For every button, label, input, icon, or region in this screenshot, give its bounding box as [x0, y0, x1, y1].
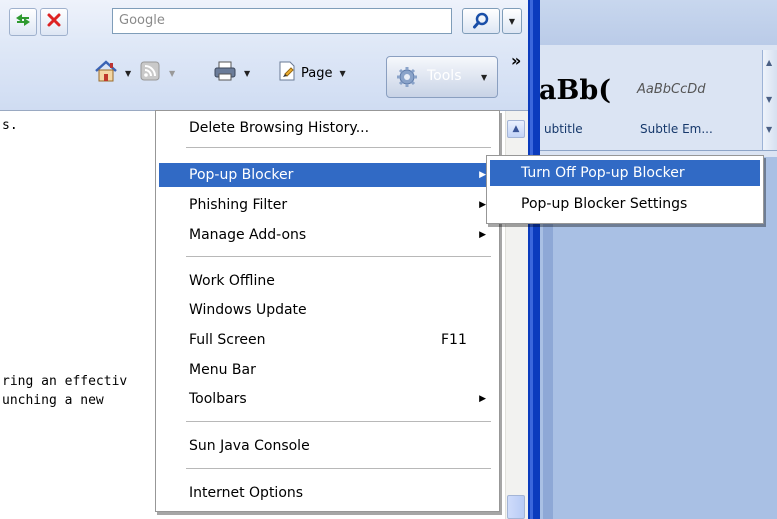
menu-item-menu-bar[interactable]: Menu Bar [159, 358, 496, 382]
feeds-dropdown-arrow-icon[interactable]: ▼ [169, 69, 175, 78]
menu-item-label: Full Screen [189, 332, 266, 348]
gear-icon [396, 66, 418, 92]
menu-item-manage-addons[interactable]: Manage Add-ons ▶ [159, 223, 496, 247]
search-options-dropdown[interactable]: ▼ [502, 8, 522, 34]
subtle-emphasis-style-label[interactable]: Subtle Em... [640, 122, 713, 136]
word-title-strip [540, 0, 777, 45]
print-button[interactable]: ▼ [213, 58, 250, 88]
tools-menu-label: Tools [427, 68, 462, 84]
menu-item-label: Phishing Filter [189, 197, 288, 213]
page-text-line: ring an effectiv [2, 374, 128, 389]
tools-dropdown-arrow-icon: ▼ [481, 73, 488, 82]
search-button[interactable] [462, 8, 500, 34]
home-button[interactable]: ▼ [93, 58, 131, 88]
menu-separator [186, 421, 491, 422]
home-dropdown-arrow-icon[interactable]: ▼ [125, 69, 131, 78]
chevron-down-icon[interactable]: ▼ [766, 95, 772, 104]
menu-item-label: Menu Bar [189, 362, 256, 378]
submenu-arrow-icon: ▶ [479, 230, 486, 240]
submenu-arrow-icon: ▶ [479, 200, 486, 210]
menu-item-full-screen[interactable]: Full Screen F11 [159, 328, 496, 352]
printer-icon [213, 60, 237, 86]
menu-item-toolbars[interactable]: Toolbars ▶ [159, 387, 496, 411]
search-icon [472, 12, 490, 34]
more-styles-icon[interactable]: ▼ [766, 125, 772, 134]
menu-separator [186, 256, 491, 257]
menu-item-label: Pop-up Blocker Settings [521, 196, 688, 212]
menu-item-turn-off-popup-blocker[interactable]: Turn Off Pop-up Blocker [490, 160, 760, 186]
ribbon-divider [540, 150, 777, 151]
print-dropdown-arrow-icon[interactable]: ▼ [244, 69, 250, 78]
menu-item-sun-java-console[interactable]: Sun Java Console [159, 434, 496, 458]
menu-item-label: Toolbars [189, 391, 247, 407]
menu-item-phishing-filter[interactable]: Phishing Filter ▶ [159, 193, 496, 217]
page-text-line: unching a new [2, 393, 104, 408]
stop-button[interactable] [40, 8, 68, 36]
menu-separator [186, 468, 491, 469]
submenu-arrow-icon: ▶ [479, 394, 486, 404]
chevron-up-icon: ▲ [512, 124, 520, 134]
chevron-up-icon[interactable]: ▲ [766, 58, 772, 67]
menu-item-label: Delete Browsing History... [189, 120, 370, 136]
heading-style-preview[interactable]: aBb( [539, 75, 611, 106]
menu-item-label: Manage Add-ons [189, 227, 307, 243]
subtitle-style-label[interactable]: ubtitle [544, 122, 583, 136]
styles-gallery-scroll[interactable]: ▲ ▼ ▼ [762, 50, 777, 150]
page-menu-button[interactable]: Page ▼ [277, 58, 346, 88]
menu-item-label: Windows Update [189, 302, 307, 318]
subtle-emphasis-style-preview[interactable]: AaBbCcDd [637, 82, 706, 97]
feeds-button[interactable]: ▼ [140, 58, 175, 88]
menu-item-internet-options[interactable]: Internet Options [159, 481, 496, 505]
tools-menu: Delete Browsing History... Pop-up Blocke… [155, 110, 500, 512]
menu-item-label: Pop-up Blocker [189, 167, 294, 183]
scroll-up-button[interactable]: ▲ [507, 120, 525, 138]
menu-item-delete-browsing-history[interactable]: Delete Browsing History... [159, 116, 496, 140]
submenu-arrow-icon: ▶ [479, 170, 486, 180]
home-icon [93, 59, 119, 87]
page-text-line: s. [2, 118, 18, 133]
refresh-button[interactable] [9, 8, 37, 36]
popup-blocker-submenu: Turn Off Pop-up Blocker Pop-up Blocker S… [486, 155, 764, 224]
scrollbar-thumb[interactable] [507, 495, 525, 519]
menu-item-popup-blocker[interactable]: Pop-up Blocker ▶ [159, 163, 496, 187]
menu-item-label: Turn Off Pop-up Blocker [521, 165, 685, 181]
menu-item-label: Internet Options [189, 485, 304, 501]
menu-item-popup-blocker-settings[interactable]: Pop-up Blocker Settings [490, 191, 760, 217]
menu-item-work-offline[interactable]: Work Offline [159, 269, 496, 293]
toolbar-overflow-chevron[interactable]: » [511, 51, 521, 70]
window-frame-highlight [530, 0, 533, 519]
menu-item-label: Work Offline [189, 273, 275, 289]
rss-feed-icon [140, 61, 160, 85]
refresh-icon [14, 12, 32, 32]
page-menu-label: Page [301, 65, 333, 81]
page-dropdown-arrow-icon: ▼ [339, 68, 346, 78]
menu-item-shortcut: F11 [441, 332, 467, 348]
page-icon [277, 61, 297, 85]
menu-item-windows-update[interactable]: Windows Update [159, 298, 496, 322]
menu-item-label: Sun Java Console [189, 438, 310, 454]
stop-icon [46, 12, 62, 32]
search-input[interactable]: Google [112, 8, 452, 34]
tools-menu-button[interactable]: Tools ▼ [386, 56, 498, 98]
menu-separator [186, 147, 491, 148]
chevron-down-icon: ▼ [508, 16, 516, 26]
